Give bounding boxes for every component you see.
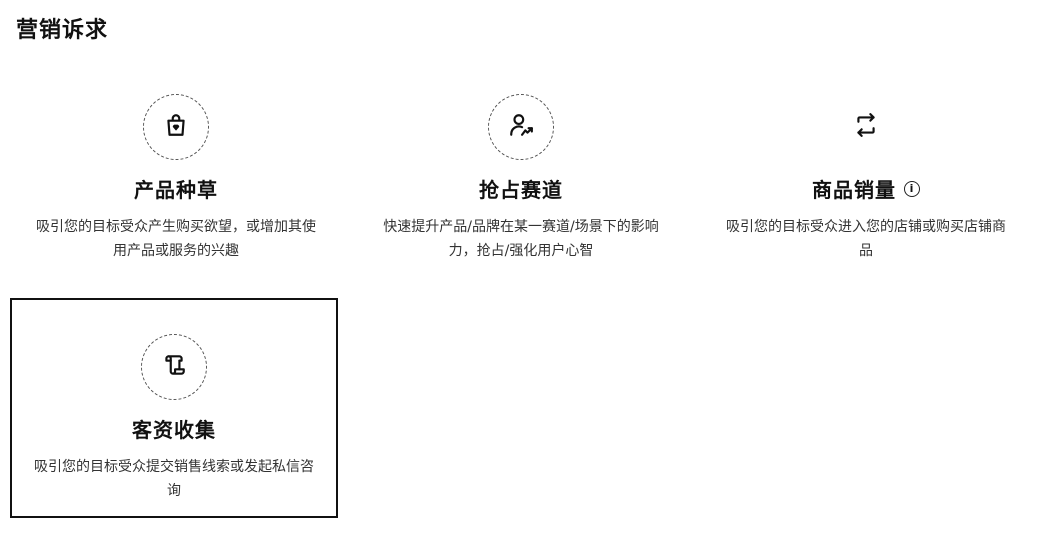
card-title: 产品种草 <box>134 178 218 202</box>
scroll-icon <box>161 352 187 382</box>
card-description: 吸引您的目标受众进入您的店铺或购买店铺商品 <box>726 219 1006 259</box>
info-icon[interactable]: i <box>904 180 920 197</box>
card-product-seeding[interactable]: 产品种草 吸引您的目标受众产生购买欲望，或增加其使用产品或服务的兴趣 <box>14 92 338 308</box>
icon-circle <box>488 94 554 160</box>
card-product-sales[interactable]: 商品销量 i 吸引您的目标受众进入您的店铺或购买店铺商品 <box>704 92 1028 308</box>
user-growth-icon <box>508 112 534 142</box>
card-description: 吸引您的目标受众产生购买欲望，或增加其使用产品或服务的兴趣 <box>36 219 316 259</box>
card-lead-collection[interactable]: 客资收集 吸引您的目标受众提交销售线索或发起私信咨询 <box>10 298 338 518</box>
icon-circle <box>143 94 209 160</box>
card-description: 吸引您的目标受众提交销售线索或发起私信咨询 <box>34 459 314 499</box>
card-title: 商品销量 i <box>706 174 1026 203</box>
exchange-icon <box>853 112 879 142</box>
card-description: 快速提升产品/品牌在某一赛道/场景下的影响力，抢占/强化用户心智 <box>383 219 659 259</box>
icon-circle <box>833 94 899 160</box>
card-title: 抢占赛道 <box>479 178 563 202</box>
shopping-bag-icon <box>163 112 189 142</box>
card-title: 客资收集 <box>132 418 216 442</box>
page-title: 营销诉求 <box>16 18 109 43</box>
icon-circle <box>141 334 207 400</box>
card-seize-track[interactable]: 抢占赛道 快速提升产品/品牌在某一赛道/场景下的影响力，抢占/强化用户心智 <box>359 92 683 308</box>
